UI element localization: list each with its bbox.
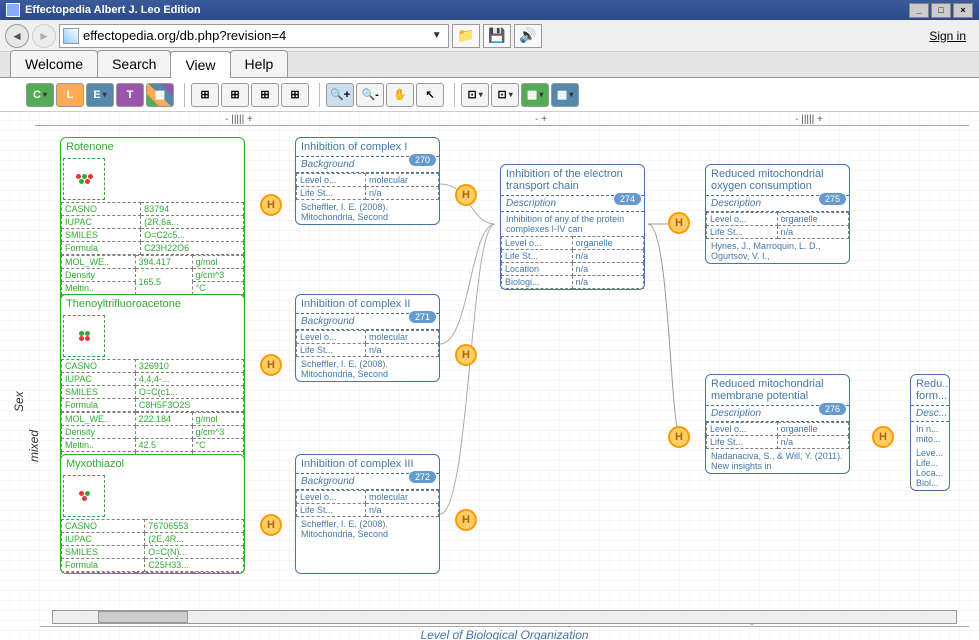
canvas[interactable]: - ||||| + - + - ||||| + Sex mixed Roteno… [0,112,979,640]
open-folder-button[interactable]: 📁 [452,24,480,48]
save-button[interactable]: 💾 [483,24,511,48]
molecule-icon [63,315,105,357]
zoom-in-button[interactable]: 🔍+ [326,83,354,107]
sound-button[interactable]: 🔊 [514,24,542,48]
tool-effect[interactable]: E [86,83,114,107]
app-icon [6,3,20,17]
view-button-2[interactable]: ▦ [551,83,579,107]
forward-button[interactable]: ► [32,24,56,48]
tool-layout-2[interactable]: ⊞ [221,83,249,107]
node-effect[interactable]: Inhibition of the electron transport cha… [500,164,645,290]
back-button[interactable]: ◄ [5,24,29,48]
node-chemical[interactable]: Thenoyltrifluoroacetone CASNO326910IUPAC… [60,294,245,479]
grid-button-2[interactable]: ⊡ [491,83,519,107]
tool-test[interactable]: T [116,83,144,107]
link-node[interactable]: H [872,426,894,448]
molecule-icon [63,158,105,200]
site-icon [63,28,79,44]
tool-layout-3[interactable]: ⊞ [251,83,279,107]
tab-bar: Welcome Search View Help [0,52,979,78]
link-node[interactable]: H [260,514,282,536]
close-button[interactable]: × [953,3,973,18]
node-effect[interactable]: Redu... form... Desc... In n... mito... … [910,374,950,491]
window-title: Effectopedia Albert J. Leo Edition [25,4,201,16]
link-node[interactable]: H [455,184,477,206]
tool-multi[interactable]: ▦ [146,83,174,107]
minimize-button[interactable]: _ [909,3,929,18]
window-titlebar: Effectopedia Albert J. Leo Edition _ □ × [0,0,979,20]
link-node[interactable]: H [668,426,690,448]
ruler-top: - ||||| + - + - ||||| + [35,112,969,126]
link-node[interactable]: H [455,509,477,531]
pan-button[interactable]: ✋ [386,83,414,107]
sign-in-link[interactable]: Sign in [929,29,966,43]
node-effect[interactable]: Inhibition of complex II271 Background L… [295,294,440,382]
molecule-icon [63,475,105,517]
link-node[interactable]: H [260,194,282,216]
maximize-button[interactable]: □ [931,3,951,18]
tool-layout-4[interactable]: ⊞ [281,83,309,107]
horizontal-scrollbar[interactable] [52,610,957,624]
link-node[interactable]: H [668,212,690,234]
view-button-1[interactable]: ▦ [521,83,549,107]
address-bar: ◄ ► ▼ 📁 💾 🔊 Sign in [0,20,979,52]
pointer-button[interactable]: ↖ [416,83,444,107]
node-effect[interactable]: Inhibition of complex III272 Background … [295,454,440,574]
tab-welcome[interactable]: Welcome [10,50,98,77]
node-effect[interactable]: Inhibition of complex I270 Background Le… [295,137,440,225]
address-input[interactable] [83,28,429,43]
node-effect[interactable]: Reduced mitochondrial membrane potential… [705,374,850,474]
toolbar: C L E T ▦ ⊞ ⊞ ⊞ ⊞ 🔍+ 🔍- ✋ ↖ ⊡ ⊡ ▦ ▦ [0,78,979,112]
zoom-out-button[interactable]: 🔍- [356,83,384,107]
link-node[interactable]: H [455,344,477,366]
tool-layout-1[interactable]: ⊞ [191,83,219,107]
link-node[interactable]: H [260,354,282,376]
node-effect[interactable]: Reduced mitochondrial oxygen consumption… [705,164,850,264]
tool-chemical[interactable]: C [26,83,54,107]
axis-y: Sex mixed [2,132,32,600]
node-chemical[interactable]: Myxothiazol CASNO76706553IUPAC(2E,4R...S… [60,454,245,574]
tab-help[interactable]: Help [230,50,289,77]
grid-button-1[interactable]: ⊡ [461,83,489,107]
tab-search[interactable]: Search [97,50,171,77]
tool-link[interactable]: L [56,83,84,107]
tab-view[interactable]: View [170,51,230,78]
axis-x: Level of Biological Organization [40,610,969,640]
address-dropdown-icon[interactable]: ▼ [429,30,445,41]
